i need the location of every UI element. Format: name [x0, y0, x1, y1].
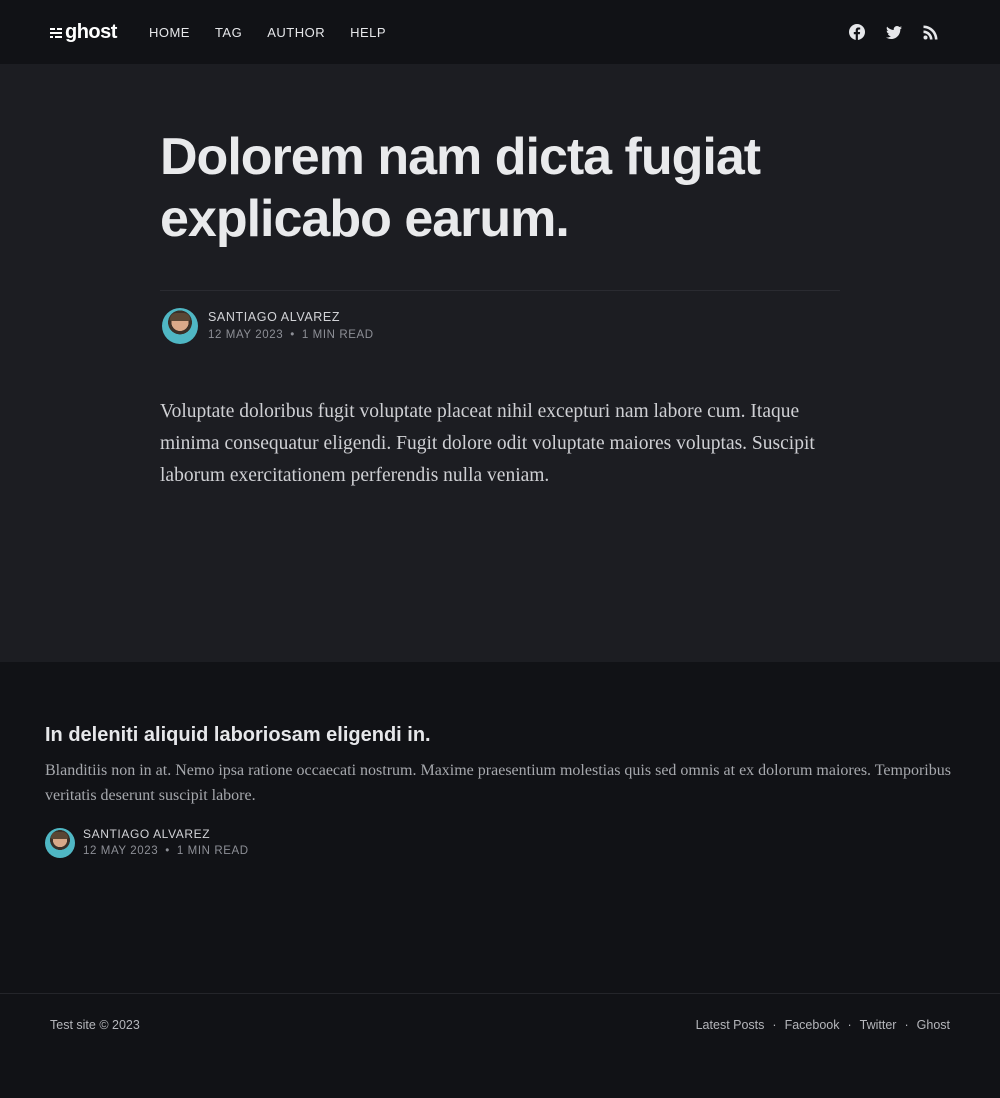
footer-link-latest-posts[interactable]: Latest Posts [696, 1018, 765, 1032]
footer-link-facebook[interactable]: Facebook [785, 1018, 840, 1032]
author-name[interactable]: SANTIAGO ALVAREZ [208, 308, 374, 326]
post-meta: 12 MAY 2023 • 1 MIN READ [83, 843, 249, 860]
facebook-link[interactable] [849, 24, 865, 40]
twitter-link[interactable] [886, 24, 902, 40]
post-date: 12 MAY 2023 [83, 845, 159, 857]
byline-meta: SANTIAGO ALVAREZ 12 MAY 2023 • 1 MIN READ [208, 308, 374, 344]
meta-separator: • [165, 845, 170, 857]
site-footer: Test site © 2023 Latest Posts · Facebook… [0, 993, 1000, 1098]
footer-separator: · [904, 1018, 909, 1032]
author-avatar[interactable] [45, 828, 75, 858]
copyright: Test site © 2023 [50, 1018, 140, 1032]
site-logo[interactable]: ghost [50, 21, 117, 44]
footer-link-twitter[interactable]: Twitter [860, 1018, 897, 1032]
nav-item-tag[interactable]: TAG [215, 25, 242, 40]
author-avatar[interactable] [162, 308, 198, 344]
read-time: 1 MIN READ [176, 845, 249, 857]
nav-item-help[interactable]: HELP [350, 25, 386, 40]
article: Dolorem nam dicta fugiat explicabo earum… [0, 64, 1000, 662]
byline-meta: SANTIAGO ALVAREZ 12 MAY 2023 • 1 MIN READ [83, 826, 249, 860]
related-post: In deleniti aliquid laboriosam eligendi … [0, 662, 1000, 993]
nav-item-author[interactable]: AUTHOR [267, 25, 325, 40]
related-byline: SANTIAGO ALVAREZ 12 MAY 2023 • 1 MIN READ [45, 826, 955, 860]
site-header: ghost HOME TAG AUTHOR HELP [0, 0, 1000, 64]
social-links [849, 24, 939, 40]
footer-link-ghost[interactable]: Ghost [917, 1018, 950, 1032]
facebook-icon [849, 24, 865, 40]
ghost-logo-icon [50, 28, 62, 38]
article-title: Dolorem nam dicta fugiat explicabo earum… [160, 128, 761, 248]
divider [160, 290, 840, 291]
post-meta: 12 MAY 2023 • 1 MIN READ [208, 326, 374, 344]
author-name[interactable]: SANTIAGO ALVAREZ [83, 826, 249, 843]
related-post-excerpt[interactable]: Blanditiis non in at. Nemo ipsa ratione … [45, 758, 955, 808]
post-date: 12 MAY 2023 [208, 329, 284, 341]
nav-item-home[interactable]: HOME [149, 25, 190, 40]
article-body: Voluptate doloribus fugit voluptate plac… [160, 401, 815, 486]
main-nav: HOME TAG AUTHOR HELP [149, 25, 411, 40]
article-byline: SANTIAGO ALVAREZ 12 MAY 2023 • 1 MIN READ [160, 308, 840, 344]
meta-separator: • [290, 329, 295, 341]
footer-nav: Latest Posts · Facebook · Twitter · Ghos… [696, 1018, 950, 1098]
read-time: 1 MIN READ [301, 329, 374, 341]
rss-link[interactable] [923, 24, 939, 40]
footer-separator: · [847, 1018, 852, 1032]
footer-separator: · [772, 1018, 777, 1032]
twitter-icon [886, 26, 902, 39]
related-post-title[interactable]: In deleniti aliquid laboriosam eligendi … [45, 722, 955, 748]
rss-icon [923, 25, 938, 40]
logo-text: ghost [65, 20, 117, 43]
